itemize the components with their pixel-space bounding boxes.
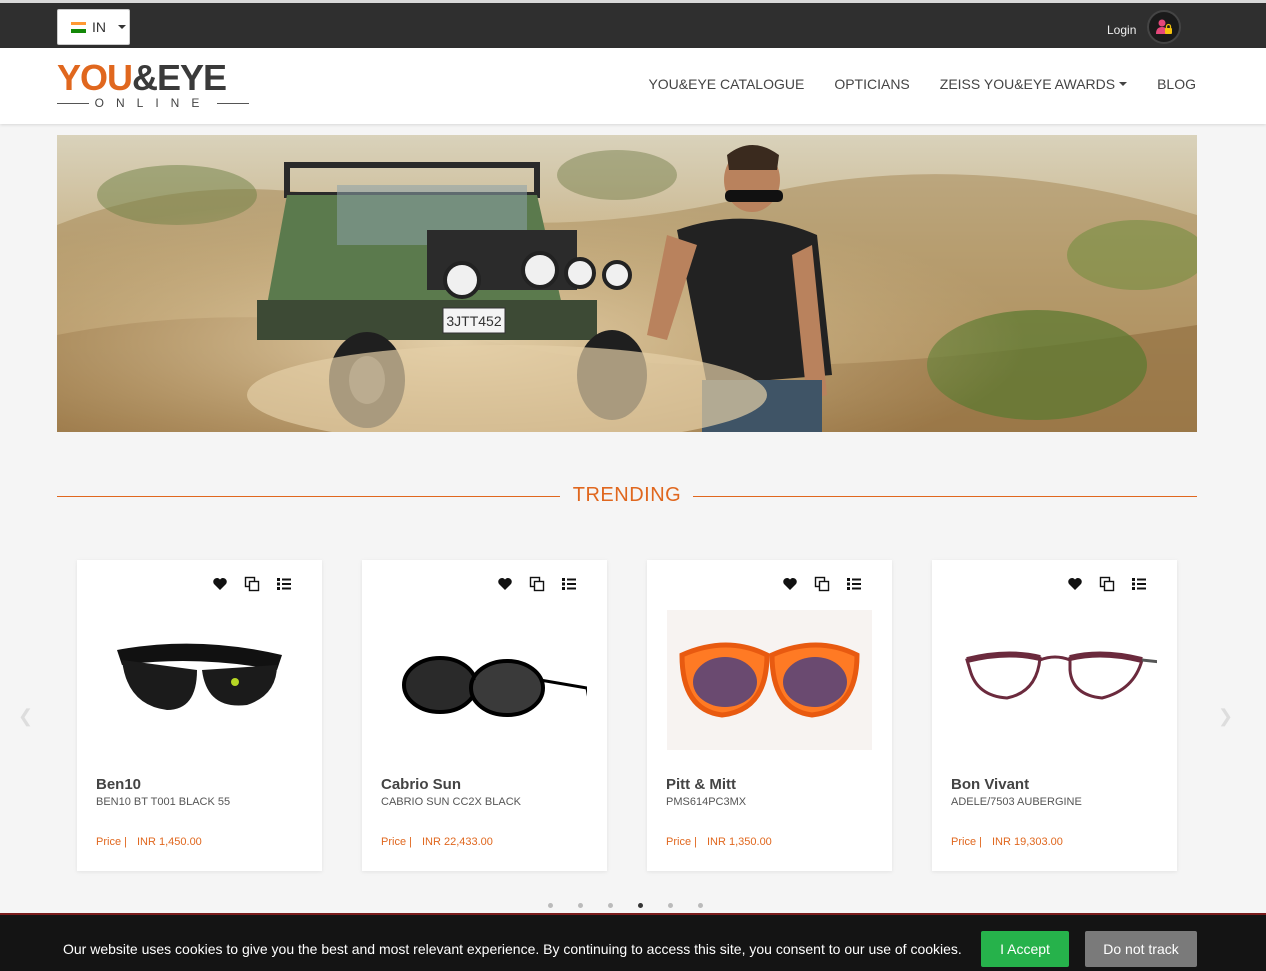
list-icon[interactable] (846, 576, 862, 592)
logo-text-amp: & (132, 57, 158, 98)
carousel-dot[interactable] (578, 903, 583, 908)
product-model: ADELE/7503 AUBERGINE (951, 796, 1082, 808)
carousel-pagination (548, 903, 703, 908)
trending-section-header: TRENDING (57, 484, 1197, 510)
product-card[interactable]: Ben10 BEN10 BT T001 BLACK 55 Price | INR … (77, 560, 322, 871)
heart-icon[interactable] (1067, 576, 1083, 592)
product-price: Price | INR 1,350.00 (666, 836, 772, 848)
india-flag-icon (71, 21, 86, 33)
product-image[interactable] (952, 610, 1162, 750)
product-image[interactable] (382, 610, 592, 750)
product-model: BEN10 BT T001 BLACK 55 (96, 796, 231, 808)
product-brand[interactable]: Bon Vivant (951, 776, 1029, 793)
carousel-dot[interactable] (548, 903, 553, 908)
product-price: Price | INR 19,303.00 (951, 836, 1063, 848)
heart-icon[interactable] (782, 576, 798, 592)
heart-icon[interactable] (497, 576, 513, 592)
nav-opticians[interactable]: OPTICIANS (834, 76, 909, 92)
nav-blog[interactable]: BLOG (1157, 76, 1196, 92)
list-icon[interactable] (276, 576, 292, 592)
product-price: Price | INR 22,433.00 (381, 836, 493, 848)
carousel-prev-arrow[interactable]: ❮ (18, 706, 36, 726)
carousel-dot-active[interactable] (638, 903, 643, 908)
product-image[interactable] (667, 610, 872, 750)
login-link[interactable]: Login (1107, 23, 1136, 37)
hero-banner[interactable]: 3JTT452 (57, 135, 1197, 432)
top-bar: IN Login (0, 0, 1266, 48)
country-selector[interactable]: IN (57, 9, 130, 45)
carousel-dot[interactable] (668, 903, 673, 908)
main-header: YOU&EYE ONLINE YOU&EYE CATALOGUE OPTICIA… (0, 48, 1266, 124)
compare-icon[interactable] (1099, 576, 1115, 592)
logo-text-eye: EYE (157, 57, 227, 98)
nav-awards[interactable]: ZEISS YOU&EYE AWARDS (940, 76, 1128, 92)
do-not-track-button[interactable]: Do not track (1085, 931, 1197, 967)
list-icon[interactable] (1131, 576, 1147, 592)
product-card[interactable]: Bon Vivant ADELE/7503 AUBERGINE Price | I… (932, 560, 1177, 871)
product-card[interactable]: Cabrio Sun CABRIO SUN CC2X BLACK Price |… (362, 560, 607, 871)
carousel-dot[interactable] (608, 903, 613, 908)
product-price: Price | INR 1,450.00 (96, 836, 202, 848)
trending-title: TRENDING (572, 484, 682, 506)
product-model: PMS614PC3MX (666, 796, 747, 808)
compare-icon[interactable] (529, 576, 545, 592)
logo-text-you: YOU (57, 57, 133, 98)
compare-icon[interactable] (244, 576, 260, 592)
compare-icon[interactable] (814, 576, 830, 592)
carousel-next-arrow[interactable]: ❯ (1218, 706, 1236, 726)
chevron-down-icon (118, 25, 126, 29)
product-brand[interactable]: Cabrio Sun (381, 776, 461, 793)
caret-down-icon (1119, 82, 1128, 86)
logo-subtitle: ONLINE (94, 96, 212, 110)
main-nav: YOU&EYE CATALOGUE OPTICIANS ZEISS YOU&EY… (648, 76, 1196, 92)
user-lock-icon[interactable] (1147, 10, 1181, 44)
nav-catalogue[interactable]: YOU&EYE CATALOGUE (648, 76, 804, 92)
cookie-message: Our website uses cookies to give you the… (63, 941, 962, 957)
license-plate: 3JTT452 (446, 313, 501, 329)
product-card[interactable]: Pitt & Mitt PMS614PC3MX Price | INR 1,350… (647, 560, 892, 871)
country-code: IN (92, 19, 106, 35)
product-brand[interactable]: Ben10 (96, 776, 141, 793)
accept-cookies-button[interactable]: I Accept (981, 931, 1069, 967)
product-model: CABRIO SUN CC2X BLACK (381, 796, 521, 808)
site-logo[interactable]: YOU&EYE ONLINE (57, 58, 249, 116)
product-image[interactable] (97, 610, 302, 750)
heart-icon[interactable] (212, 576, 228, 592)
carousel-dot[interactable] (698, 903, 703, 908)
list-icon[interactable] (561, 576, 577, 592)
product-brand[interactable]: Pitt & Mitt (666, 776, 736, 793)
cookie-banner: Our website uses cookies to give you the… (0, 913, 1266, 971)
